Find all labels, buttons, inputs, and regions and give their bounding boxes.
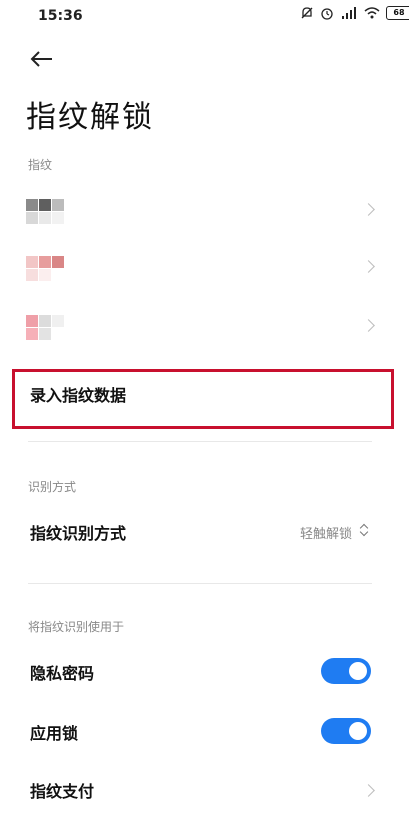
fingerprint-thumbnail bbox=[26, 199, 70, 227]
thumbnail-pixel bbox=[39, 269, 51, 281]
fingerprint-payment-label: 指纹支付 bbox=[30, 782, 95, 801]
thumbnail-pixel bbox=[52, 199, 64, 211]
fingerprint-item-1[interactable] bbox=[0, 185, 409, 241]
privacy-password-toggle[interactable] bbox=[321, 658, 371, 684]
fingerprint-item-2[interactable] bbox=[0, 242, 409, 298]
alarm-icon bbox=[321, 8, 333, 20]
back-arrow-icon[interactable] bbox=[26, 44, 56, 74]
chevron-right-icon bbox=[362, 784, 375, 797]
recognition-method-value: 轻触解锁 bbox=[300, 527, 353, 542]
usage-section-label: 将指纹识别使用于 bbox=[28, 620, 125, 634]
thumbnail-pixel bbox=[52, 212, 64, 224]
mute-bell-icon bbox=[301, 7, 313, 19]
privacy-password-label: 隐私密码 bbox=[30, 664, 95, 683]
thumbnail-pixel bbox=[39, 212, 51, 224]
recognition-method-row[interactable]: 指纹识别方式 轻触解锁 bbox=[0, 510, 409, 554]
toggle-knob bbox=[349, 722, 367, 740]
privacy-password-row[interactable]: 隐私密码 bbox=[0, 650, 409, 694]
thumbnail-pixel bbox=[39, 256, 51, 268]
chevron-right-icon bbox=[362, 260, 375, 273]
status-time: 15:36 bbox=[38, 8, 83, 24]
recognition-section-label: 识别方式 bbox=[28, 480, 77, 494]
fingerprint-item-3[interactable] bbox=[0, 301, 409, 357]
fingerprint-thumbnail bbox=[26, 315, 70, 343]
thumbnail-pixel bbox=[26, 199, 38, 211]
wifi-icon bbox=[364, 7, 380, 19]
thumbnail-pixel bbox=[52, 256, 64, 268]
fingerprint-section-label: 指纹 bbox=[28, 158, 53, 172]
thumbnail-pixel bbox=[39, 315, 51, 327]
divider bbox=[28, 583, 372, 584]
fingerprint-thumbnail bbox=[26, 256, 70, 284]
thumbnail-pixel bbox=[26, 328, 38, 340]
thumbnail-pixel bbox=[39, 199, 51, 211]
chevron-right-icon bbox=[362, 319, 375, 332]
thumbnail-pixel bbox=[52, 328, 64, 340]
app-lock-row[interactable]: 应用锁 bbox=[0, 710, 409, 754]
divider bbox=[28, 441, 372, 442]
app-lock-label: 应用锁 bbox=[30, 724, 79, 743]
add-fingerprint-button[interactable]: 录入指纹数据 bbox=[30, 382, 126, 406]
thumbnail-pixel bbox=[26, 315, 38, 327]
recognition-method-label: 指纹识别方式 bbox=[30, 524, 127, 543]
thumbnail-pixel bbox=[26, 269, 38, 281]
thumbnail-pixel bbox=[26, 212, 38, 224]
app-lock-toggle[interactable] bbox=[321, 718, 371, 744]
up-down-chevron-icon bbox=[359, 523, 369, 537]
fingerprint-payment-row[interactable]: 指纹支付 bbox=[0, 768, 409, 812]
battery-indicator: 68 bbox=[386, 6, 409, 20]
status-icons: 68 bbox=[300, 6, 409, 20]
thumbnail-pixel bbox=[39, 328, 51, 340]
cellular-signal-icon bbox=[342, 7, 356, 19]
thumbnail-pixel bbox=[52, 269, 64, 281]
toggle-knob bbox=[349, 662, 367, 680]
thumbnail-pixel bbox=[52, 315, 64, 327]
chevron-right-icon bbox=[362, 203, 375, 216]
thumbnail-pixel bbox=[26, 256, 38, 268]
page-title: 指纹解锁 bbox=[26, 100, 154, 135]
